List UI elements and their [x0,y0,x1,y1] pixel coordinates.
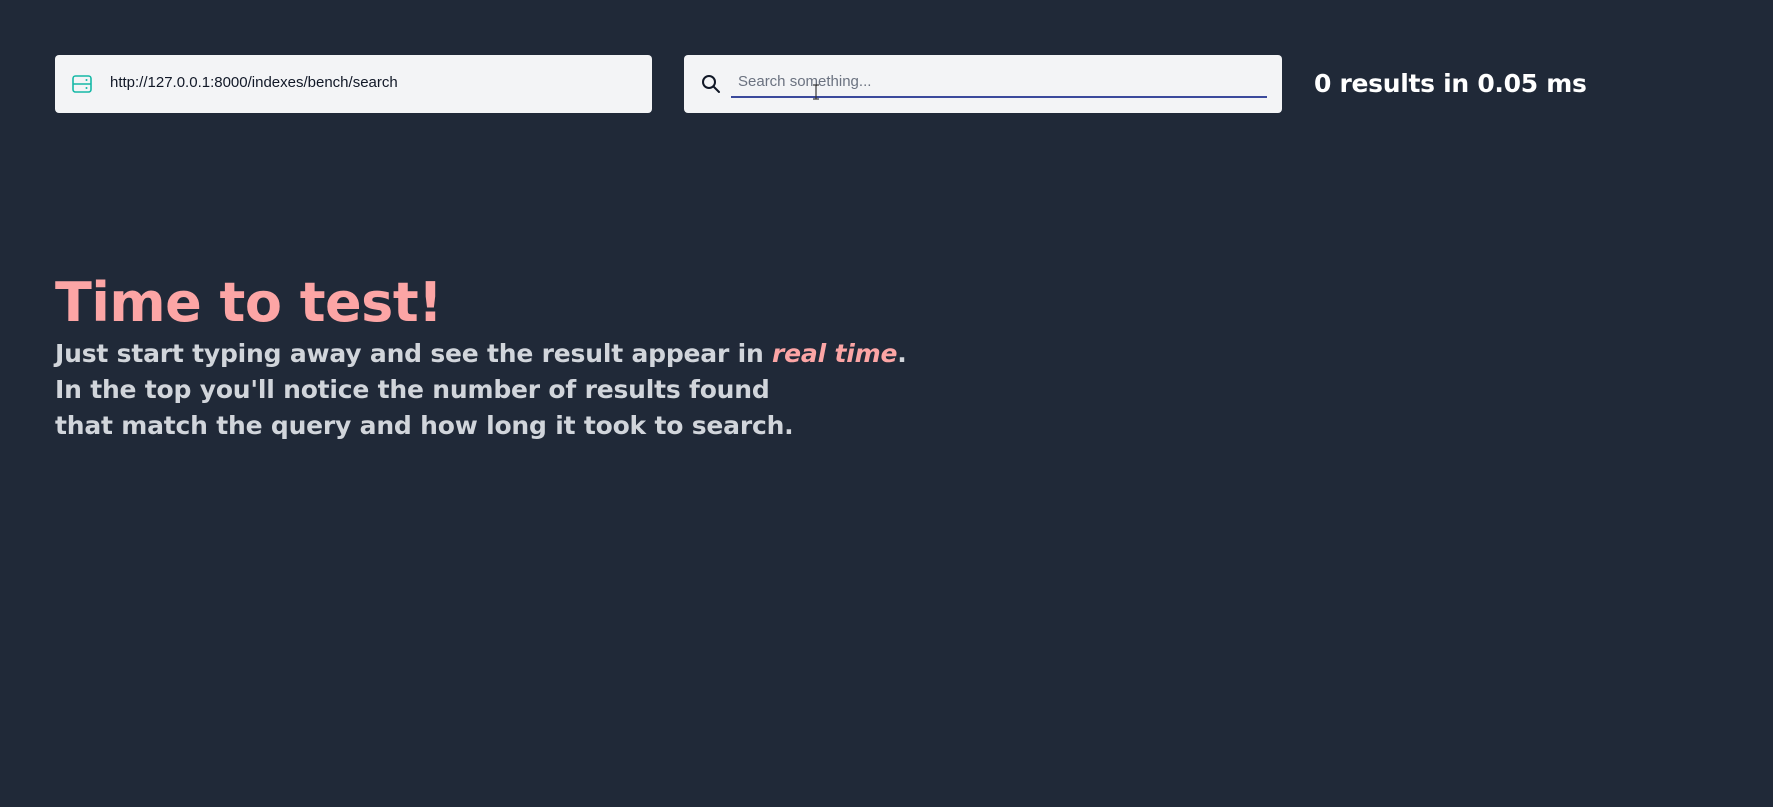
hero-line-1: Just start typing away and see the resul… [55,336,907,372]
hero-section: Time to test! Just start typing away and… [55,270,907,444]
server-url-field[interactable]: http://127.0.0.1:8000/indexes/bench/sear… [55,55,652,113]
results-count: 0 results in 0.05 ms [1314,69,1587,98]
top-bar: http://127.0.0.1:8000/indexes/bench/sear… [55,55,1705,113]
server-icon [72,75,92,93]
hero-emphasis: real time [772,339,898,368]
hero-line-2: In the top you'll notice the number of r… [55,375,770,404]
text-cursor-icon [813,84,819,100]
hero-title: Time to test! [55,271,443,334]
server-url-text[interactable]: http://127.0.0.1:8000/indexes/bench/sear… [110,74,398,91]
search-icon [701,74,721,94]
hero-line-1-prefix: Just start typing away and see the resul… [55,339,773,368]
hero-line-3: that match the query and how long it too… [55,411,794,440]
search-box[interactable] [684,55,1282,113]
hero-line-1-suffix: . [897,339,907,368]
